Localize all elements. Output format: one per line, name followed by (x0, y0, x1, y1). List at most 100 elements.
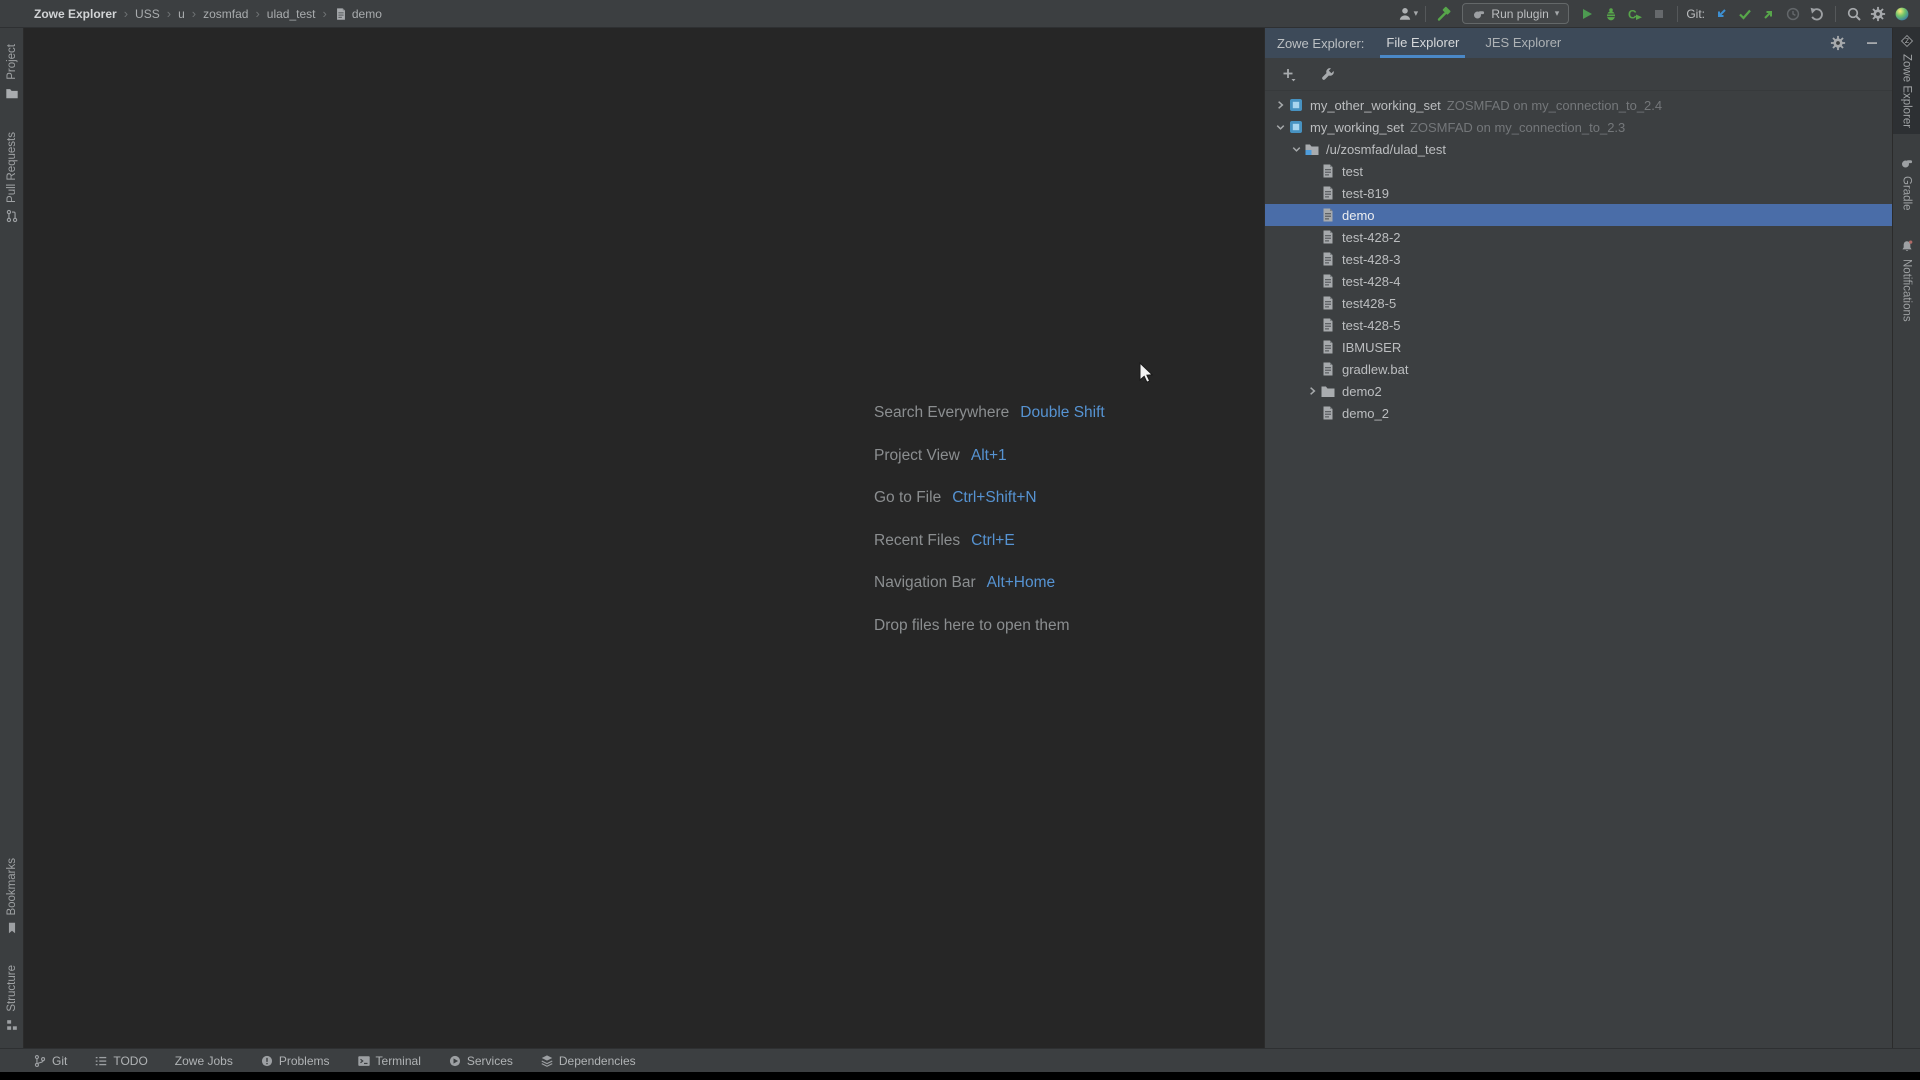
toolbar-separator (1425, 6, 1426, 22)
tool-window-button-pull-requests[interactable]: Pull Requests (0, 126, 23, 229)
tool-window-button-zowe-explorer[interactable]: ZZowe Explorer (1893, 28, 1920, 134)
editor-area[interactable]: Search EverywhereDouble ShiftProject Vie… (25, 28, 1264, 1048)
shortcut-hint-row: Recent FilesCtrl+E (874, 530, 1105, 551)
breadcrumb-separator: › (192, 6, 196, 21)
tool-window-button-project[interactable]: Project (0, 38, 23, 106)
chevron-right-icon[interactable] (1305, 383, 1320, 399)
tree-row[interactable]: demo2 (1265, 380, 1892, 402)
shortcut-hints: Search EverywhereDouble ShiftProject Vie… (874, 402, 1105, 636)
run-button[interactable] (1575, 2, 1599, 26)
chevron-slot (1305, 251, 1320, 267)
run-icon (1579, 6, 1595, 22)
user-profile-button[interactable]: ▾ (1395, 2, 1419, 26)
zowe-icon: Z (1900, 34, 1914, 48)
tree-row[interactable]: test428-5 (1265, 292, 1892, 314)
tree-row-label: my_working_set (1310, 120, 1404, 135)
status-item-services[interactable]: Services (448, 1054, 513, 1068)
file-icon (1320, 163, 1336, 179)
tab-file-explorer[interactable]: File Explorer (1386, 28, 1459, 58)
search-everywhere-button[interactable] (1842, 2, 1866, 26)
chevron-right-icon[interactable] (1273, 97, 1288, 113)
tree-row-label: test (1342, 164, 1363, 179)
shortcut-label: Search Everywhere (874, 402, 1009, 423)
tool-window-button-notifications[interactable]: Notifications (1893, 233, 1920, 328)
tree-row[interactable]: test-428-2 (1265, 226, 1892, 248)
tree-row[interactable]: test-428-4 (1265, 270, 1892, 292)
debug-button[interactable] (1599, 2, 1623, 26)
svg-text:C: C (1628, 7, 1637, 21)
tree-row-label: demo (1342, 208, 1375, 223)
tree-row[interactable]: IBMUSER (1265, 336, 1892, 358)
shortcut-keys: Alt+1 (971, 445, 1007, 466)
tree-row[interactable]: /u/zosmfad/ulad_test (1265, 138, 1892, 160)
tree-row[interactable]: gradlew.bat (1265, 358, 1892, 380)
chevron-down-icon: ▾ (1414, 8, 1419, 19)
status-item-todo[interactable]: TODO (94, 1054, 147, 1068)
breadcrumb-item[interactable]: ulad_test (267, 7, 316, 21)
dependencies-icon (540, 1054, 554, 1068)
tree-row[interactable]: test (1265, 160, 1892, 182)
tree-row[interactable]: test-428-5 (1265, 314, 1892, 336)
status-item-git[interactable]: Git (33, 1054, 67, 1068)
breadcrumb-root[interactable]: Zowe Explorer (34, 7, 117, 21)
tree-row[interactable]: demo_2 (1265, 402, 1892, 424)
problems-icon (260, 1054, 274, 1068)
git-push-button[interactable] (1757, 2, 1781, 26)
wrench-icon (1320, 66, 1336, 82)
tree-row-label: test-428-5 (1342, 318, 1401, 333)
tree-row-label: test428-5 (1342, 296, 1396, 311)
tree-row-label: test-428-2 (1342, 230, 1401, 245)
chevron-slot (1305, 207, 1320, 223)
chevron-down-icon[interactable] (1273, 119, 1288, 135)
breadcrumb-item[interactable]: zosmfad (203, 7, 248, 21)
status-item-label: Problems (279, 1054, 330, 1068)
file-icon (1320, 273, 1336, 289)
chevron-slot (1305, 405, 1320, 421)
tool-window-button-gradle[interactable]: Gradle (1893, 150, 1920, 217)
panel-tools-button[interactable] (1316, 62, 1340, 86)
status-item-terminal[interactable]: Terminal (357, 1054, 421, 1068)
tree-row[interactable]: my_working_setZOSMFAD on my_connection_t… (1265, 116, 1892, 138)
git-commit-button[interactable] (1733, 2, 1757, 26)
tree-row[interactable]: test-428-3 (1265, 248, 1892, 270)
run-with-coverage-button[interactable]: C (1623, 2, 1647, 26)
tool-window-button-structure[interactable]: Structure (0, 959, 23, 1038)
update-ball-icon (1894, 6, 1910, 22)
tree-row[interactable]: demo (1265, 204, 1892, 226)
debug-icon (1603, 6, 1619, 22)
breadcrumb-separator: › (255, 6, 259, 21)
build-button[interactable] (1432, 2, 1456, 26)
ide-updates-button[interactable] (1890, 2, 1914, 26)
chevron-down-icon[interactable] (1289, 141, 1304, 157)
run-configuration-select[interactable]: Run plugin ▾ (1462, 3, 1569, 24)
tree-row[interactable]: my_other_working_setZOSMFAD on my_connec… (1265, 94, 1892, 116)
update-project-icon (1713, 6, 1729, 22)
shortcut-label: Project View (874, 445, 960, 466)
add-working-set-button[interactable] (1277, 62, 1301, 86)
history-icon (1785, 6, 1801, 22)
tab-jes-explorer[interactable]: JES Explorer (1485, 28, 1561, 58)
tree-row[interactable]: test-819 (1265, 182, 1892, 204)
file-icon (1320, 207, 1336, 223)
status-item-zowe-jobs[interactable]: Zowe Jobs (175, 1054, 233, 1068)
gear-icon (1830, 35, 1846, 51)
folder-uss-icon (1304, 141, 1320, 157)
status-item-dependencies[interactable]: Dependencies (540, 1054, 636, 1068)
file-tree: my_other_working_setZOSMFAD on my_connec… (1265, 94, 1892, 424)
git-update-button[interactable] (1709, 2, 1733, 26)
breadcrumb-file[interactable]: demo (334, 7, 382, 21)
status-item-problems[interactable]: Problems (260, 1054, 330, 1068)
bookmark-icon (5, 921, 19, 935)
breadcrumb-item[interactable]: u (178, 7, 185, 21)
tool-window-button-bookmarks[interactable]: Bookmarks (0, 852, 23, 942)
panel-minimize-button[interactable] (1860, 31, 1884, 55)
status-item-label: Dependencies (559, 1054, 636, 1068)
panel-settings-button[interactable] (1826, 31, 1850, 55)
rollback-button[interactable] (1805, 2, 1829, 26)
settings-button[interactable] (1866, 2, 1890, 26)
tree-row-label: test-819 (1342, 186, 1389, 201)
breadcrumb-item[interactable]: USS (135, 7, 160, 21)
file-icon (1320, 317, 1336, 333)
shortcut-label: Navigation Bar (874, 572, 976, 593)
tree-row-label: demo2 (1342, 384, 1382, 399)
